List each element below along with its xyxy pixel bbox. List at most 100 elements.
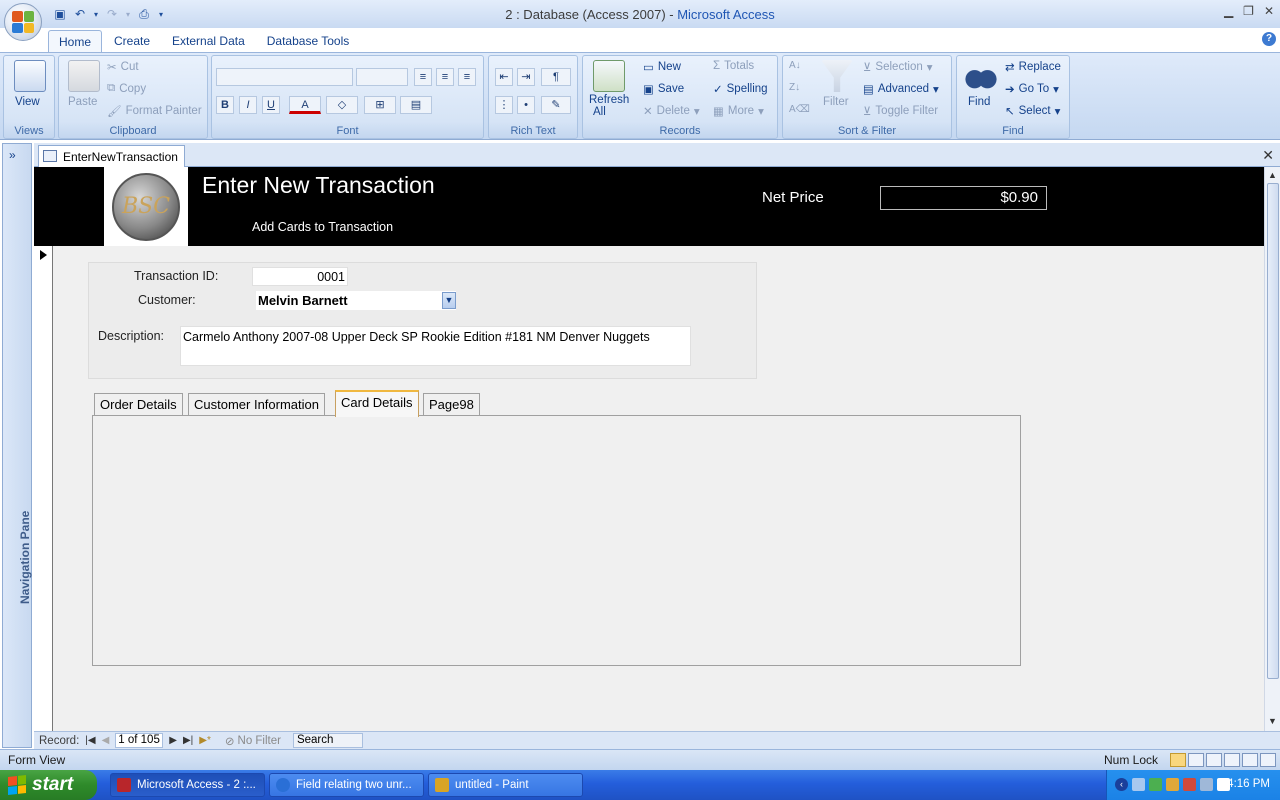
refresh-all-label[interactable]: All (593, 106, 606, 118)
tab-external-data[interactable]: External Data (162, 30, 255, 52)
toggle-filter-button[interactable]: ⊻ Toggle Filter (863, 104, 938, 118)
align-center-icon[interactable]: ≡ (436, 68, 454, 86)
nav-pane-toggle-icon[interactable]: » (9, 148, 16, 162)
save-record-button[interactable]: ▣ Save (643, 82, 684, 96)
task-access[interactable]: Microsoft Access - 2 :... (110, 773, 265, 797)
tray-app-icon[interactable] (1166, 778, 1179, 791)
sort-ascending-icon[interactable]: A↓ (789, 60, 801, 71)
datasheet-view-icon[interactable] (1188, 753, 1204, 767)
goto-button[interactable]: ➔ Go To ▾ (1005, 82, 1059, 96)
bold-button[interactable]: B (216, 96, 234, 114)
net-price-value[interactable]: $0.90 (880, 186, 1047, 210)
alternate-fill-icon[interactable]: ▤ (400, 96, 432, 114)
restore-icon[interactable]: ❐ (1243, 4, 1254, 18)
select-button[interactable]: ↖ Select ▾ (1005, 104, 1060, 118)
paste-button[interactable]: Paste (68, 96, 97, 108)
decrease-indent-icon[interactable]: ⇤ (495, 68, 513, 86)
design-view-icon[interactable] (1260, 753, 1276, 767)
previous-record-icon[interactable]: ◀ (102, 735, 110, 746)
selection-button[interactable]: ⊻ Selection ▾ (863, 60, 933, 74)
sort-descending-icon[interactable]: Z↓ (789, 82, 800, 93)
spelling-button[interactable]: ✓ Spelling (713, 82, 768, 96)
scroll-down-icon[interactable]: ▼ (1268, 716, 1277, 726)
network-icon[interactable] (1132, 778, 1145, 791)
record-selector[interactable] (34, 246, 53, 731)
tab-page98[interactable]: Page98 (423, 393, 480, 416)
document-tab[interactable]: EnterNewTransaction (38, 145, 185, 167)
view-icon[interactable] (14, 60, 46, 92)
volume-icon[interactable] (1200, 778, 1213, 791)
refresh-button[interactable]: Refresh (589, 94, 629, 106)
scroll-up-icon[interactable]: ▲ (1268, 170, 1277, 180)
copy-button[interactable]: ⧉ Copy (107, 82, 146, 95)
tab-home[interactable]: Home (48, 30, 103, 52)
first-record-icon[interactable]: |◀ (85, 735, 95, 746)
customer-combo[interactable]: Melvin Barnett (256, 291, 456, 310)
layout-view-icon[interactable] (1242, 753, 1258, 767)
italic-button[interactable]: I (239, 96, 257, 114)
clear-sort-icon[interactable]: A⌫ (789, 104, 810, 115)
binoculars-icon[interactable] (965, 60, 997, 92)
description-field[interactable]: Carmelo Anthony 2007-08 Upper Deck SP Ro… (180, 326, 691, 366)
paragraph-direction-icon[interactable]: ¶ (541, 68, 571, 86)
scroll-thumb[interactable] (1267, 183, 1279, 679)
more-button[interactable]: ▦ More ▾ (713, 104, 764, 118)
task-paint[interactable]: untitled - Paint (428, 773, 583, 797)
format-painter-button[interactable]: 🖌 Format Painter (107, 104, 202, 118)
form-view-icon[interactable] (1170, 753, 1186, 767)
filter-button[interactable]: Filter (823, 96, 849, 108)
security-icon[interactable] (1149, 778, 1162, 791)
last-record-icon[interactable]: ▶| (183, 735, 193, 746)
view-status: Form View (8, 753, 66, 767)
increase-indent-icon[interactable]: ⇥ (517, 68, 535, 86)
cut-button[interactable]: ✂ Cut (107, 60, 139, 74)
transaction-id-field[interactable]: 0001 (252, 267, 348, 286)
navigation-pane[interactable]: » Navigation Pane (2, 143, 32, 748)
advanced-button[interactable]: ▤ Advanced ▾ (863, 82, 939, 96)
tab-customer-information[interactable]: Customer Information (188, 393, 325, 416)
chevron-down-icon[interactable]: ▼ (442, 292, 456, 309)
align-right-icon[interactable]: ≡ (458, 68, 476, 86)
view-button[interactable]: View (15, 96, 40, 108)
totals-button[interactable]: Σ Totals (713, 60, 754, 72)
numbering-icon[interactable]: ⋮ (495, 96, 513, 114)
align-left-icon[interactable]: ≡ (414, 68, 432, 86)
minimize-icon[interactable]: ▁ (1224, 4, 1233, 18)
tab-order-details[interactable]: Order Details (94, 393, 183, 416)
filter-icon[interactable] (821, 60, 853, 92)
delete-record-button[interactable]: ✕ Delete ▾ (643, 104, 700, 118)
bullets-icon[interactable]: • (517, 96, 535, 114)
record-position-field[interactable]: 1 of 105 (115, 733, 164, 748)
font-size-combo[interactable] (356, 68, 408, 86)
help-icon[interactable]: ? (1262, 32, 1276, 46)
close-icon[interactable]: ✕ (1264, 4, 1274, 18)
tray-app-2-icon[interactable] (1183, 778, 1196, 791)
start-button[interactable]: start (0, 770, 97, 800)
new-record-button[interactable]: ▭ New (643, 60, 681, 74)
vertical-scrollbar[interactable]: ▲ ▼ (1264, 167, 1280, 731)
task-browser[interactable]: Field relating two unr... (269, 773, 424, 797)
show-hidden-icons-icon[interactable]: ‹ (1115, 778, 1128, 791)
gridlines-icon[interactable]: ⊞ (364, 96, 396, 114)
find-button[interactable]: Find (968, 96, 990, 108)
tab-database-tools[interactable]: Database Tools (257, 30, 360, 52)
tab-card-details[interactable]: Card Details (335, 390, 419, 417)
font-color-button[interactable]: A (289, 96, 321, 114)
toggle-filter-label: Toggle Filter (875, 105, 939, 117)
record-search-input[interactable]: Search (292, 733, 363, 748)
close-document-icon[interactable]: ✕ (1262, 147, 1274, 164)
no-filter-indicator[interactable]: ⊘ No Filter (225, 734, 281, 748)
pivot-table-view-icon[interactable] (1206, 753, 1222, 767)
fill-color-icon[interactable]: ◇ (326, 96, 358, 114)
pivot-chart-view-icon[interactable] (1224, 753, 1240, 767)
font-name-combo[interactable] (216, 68, 353, 86)
replace-button[interactable]: ⇄ Replace (1005, 60, 1061, 74)
tab-create[interactable]: Create (104, 30, 160, 52)
clock[interactable]: 4:16 PM (1227, 778, 1270, 790)
refresh-icon[interactable] (593, 60, 625, 92)
next-record-icon[interactable]: ▶ (169, 735, 177, 746)
new-record-nav-icon[interactable]: ▶* (199, 735, 211, 746)
underline-button[interactable]: U (262, 96, 280, 114)
highlight-icon[interactable]: ✎ (541, 96, 571, 114)
office-button[interactable] (4, 3, 42, 41)
